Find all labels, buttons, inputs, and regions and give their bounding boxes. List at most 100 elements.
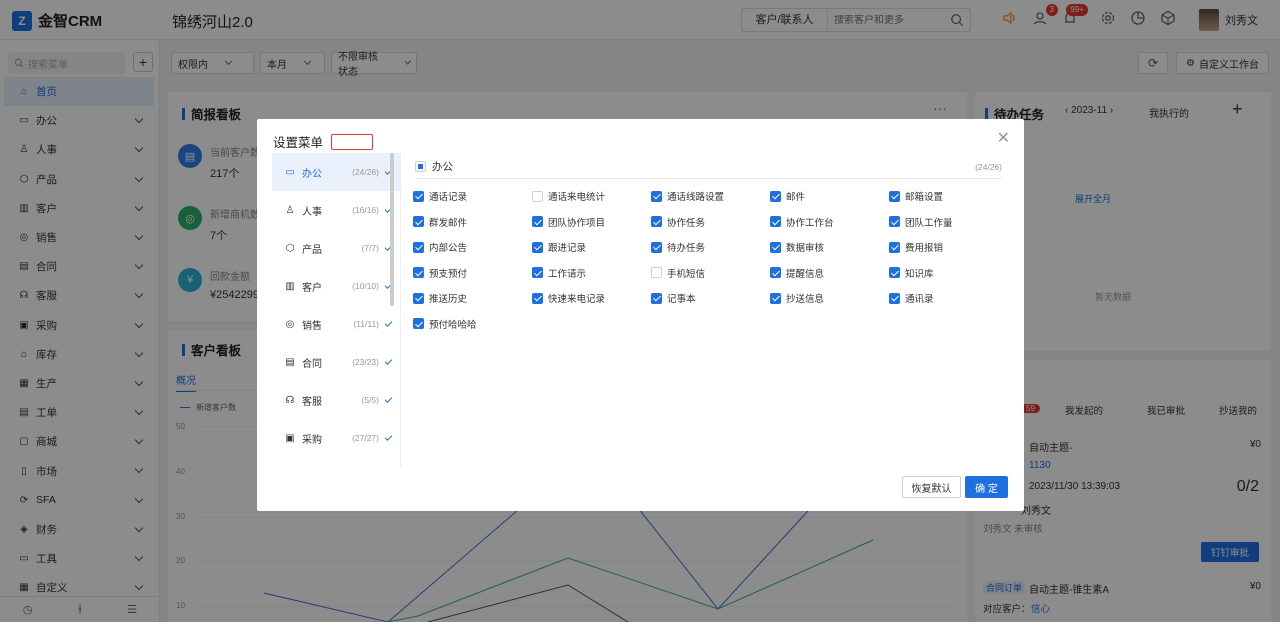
option-checkbox[interactable]: 费用报销 bbox=[889, 240, 943, 254]
option-checkbox[interactable]: 工作请示 bbox=[532, 266, 586, 280]
office-icon: ▭ bbox=[285, 166, 295, 178]
option-checkbox[interactable]: 手机短信 bbox=[651, 266, 705, 280]
option-checkbox[interactable]: 内部公告 bbox=[413, 240, 467, 254]
category-label: 销售 bbox=[302, 320, 322, 332]
option-checkbox[interactable]: 知识库 bbox=[889, 266, 934, 280]
checkbox[interactable] bbox=[532, 292, 543, 304]
category-label: 客服 bbox=[302, 396, 322, 408]
checkbox[interactable] bbox=[889, 292, 900, 304]
option-checkbox[interactable]: 快速来电记录 bbox=[532, 291, 605, 305]
checkbox[interactable] bbox=[651, 292, 662, 304]
checkbox[interactable] bbox=[413, 267, 424, 278]
category-count: (23/23) bbox=[352, 357, 379, 367]
checkbox[interactable] bbox=[889, 241, 900, 253]
option-checkbox[interactable]: 邮箱设置 bbox=[889, 189, 943, 203]
option-label: 待办任务 bbox=[667, 243, 706, 254]
option-checkbox[interactable]: 待办任务 bbox=[651, 240, 705, 254]
checkbox[interactable] bbox=[770, 216, 781, 227]
option-checkbox[interactable]: 预支预付 bbox=[413, 266, 467, 280]
option-checkbox[interactable]: 通话线路设置 bbox=[651, 189, 724, 203]
category-item[interactable]: ▣ 采购 (27/27) bbox=[272, 419, 400, 457]
category-label: 合同 bbox=[302, 358, 322, 370]
checkbox[interactable] bbox=[889, 190, 900, 202]
option-checkbox[interactable]: 推送历史 bbox=[413, 291, 467, 305]
dialog-title-text: 设置菜单 bbox=[273, 136, 324, 150]
category-item[interactable]: ▭ 办公 (24/26) bbox=[272, 153, 400, 191]
option-label: 群发邮件 bbox=[429, 217, 468, 229]
checkbox[interactable] bbox=[532, 190, 543, 202]
checkbox[interactable] bbox=[770, 241, 781, 253]
check-icon bbox=[384, 318, 393, 327]
option-checkbox[interactable]: 提醒信息 bbox=[770, 266, 824, 280]
option-label: 快速来电记录 bbox=[548, 294, 606, 305]
category-item[interactable]: ♙ 人事 (16/16) bbox=[272, 191, 400, 229]
target-icon: ◎ bbox=[285, 318, 295, 330]
checkbox[interactable] bbox=[770, 292, 781, 304]
option-checkbox[interactable]: 协作任务 bbox=[651, 215, 705, 229]
option-checkbox[interactable]: 通话记录 bbox=[413, 189, 467, 203]
category-count: (5/5) bbox=[361, 395, 379, 405]
checkbox[interactable] bbox=[532, 216, 543, 227]
checkbox[interactable] bbox=[651, 267, 662, 278]
option-label: 协作工作台 bbox=[786, 217, 834, 229]
confirm-button[interactable]: 确 定 bbox=[965, 476, 1008, 498]
option-label: 邮箱设置 bbox=[905, 192, 944, 203]
option-checkbox[interactable]: 群发邮件 bbox=[413, 215, 467, 229]
option-label: 手机短信 bbox=[667, 268, 706, 280]
option-checkbox[interactable]: 协作工作台 bbox=[770, 215, 834, 229]
option-checkbox[interactable]: 数据审核 bbox=[770, 240, 824, 254]
option-label: 预支预付 bbox=[429, 268, 468, 280]
headset-icon: ☊ bbox=[285, 394, 295, 406]
option-label: 通话线路设置 bbox=[667, 192, 725, 203]
check-icon bbox=[384, 394, 393, 403]
checkbox[interactable] bbox=[651, 241, 662, 253]
option-checkbox[interactable]: 团队协作项目 bbox=[532, 215, 605, 229]
option-checkbox[interactable]: 跟进记录 bbox=[532, 240, 586, 254]
bag-icon: ▣ bbox=[285, 432, 295, 444]
category-count: (7/7) bbox=[361, 243, 379, 253]
option-label: 预付哈哈哈 bbox=[429, 319, 477, 331]
option-label: 数据审核 bbox=[786, 243, 825, 254]
checkbox[interactable] bbox=[889, 267, 900, 278]
category-count: (16/16) bbox=[352, 205, 379, 215]
option-label: 邮件 bbox=[786, 192, 806, 203]
category-item[interactable]: ▤ 合同 (23/23) bbox=[272, 343, 400, 381]
checkbox[interactable] bbox=[770, 267, 781, 278]
option-label: 记事本 bbox=[667, 294, 696, 305]
option-label: 团队工作量 bbox=[905, 217, 953, 229]
category-item[interactable]: ▥ 客户 (10/10) bbox=[272, 267, 400, 305]
checkbox[interactable] bbox=[532, 241, 543, 253]
category-label: 产品 bbox=[302, 244, 322, 256]
checkbox[interactable] bbox=[413, 318, 424, 329]
category-scrollbar[interactable] bbox=[390, 153, 394, 306]
checkbox[interactable] bbox=[651, 216, 662, 227]
option-checkbox[interactable]: 通讯录 bbox=[889, 291, 934, 305]
option-checkbox[interactable]: 通话来电统计 bbox=[532, 189, 605, 203]
checkbox[interactable] bbox=[413, 216, 424, 227]
option-label: 协作任务 bbox=[667, 217, 706, 229]
category-item[interactable]: ⬡ 产品 (7/7) bbox=[272, 229, 400, 267]
option-checkbox[interactable]: 记事本 bbox=[651, 291, 696, 305]
option-label: 费用报销 bbox=[905, 243, 944, 254]
option-checkbox[interactable]: 抄送信息 bbox=[770, 291, 824, 305]
checkbox[interactable] bbox=[889, 216, 900, 227]
category-item[interactable]: ☊ 客服 (5/5) bbox=[272, 381, 400, 419]
select-all-checkbox[interactable] bbox=[415, 161, 426, 172]
building-icon: ▥ bbox=[285, 280, 295, 292]
checkbox[interactable] bbox=[413, 292, 424, 304]
reset-default-button[interactable]: 恢复默认 bbox=[902, 476, 961, 498]
checkbox[interactable] bbox=[532, 267, 543, 278]
checkbox[interactable] bbox=[770, 190, 781, 202]
close-icon[interactable]: ✕ bbox=[997, 128, 1010, 148]
option-label: 推送历史 bbox=[429, 294, 468, 305]
category-item[interactable]: ◎ 销售 (11/11) bbox=[272, 305, 400, 343]
title-highlight-box bbox=[331, 133, 374, 150]
option-label: 工作请示 bbox=[548, 268, 587, 280]
checkbox[interactable] bbox=[651, 190, 662, 202]
checkbox[interactable] bbox=[413, 190, 424, 202]
option-checkbox[interactable]: 预付哈哈哈 bbox=[413, 317, 477, 331]
checkbox[interactable] bbox=[413, 241, 424, 253]
option-checkbox[interactable]: 团队工作量 bbox=[889, 215, 953, 229]
category-label: 人事 bbox=[302, 206, 322, 218]
option-checkbox[interactable]: 邮件 bbox=[770, 189, 805, 203]
